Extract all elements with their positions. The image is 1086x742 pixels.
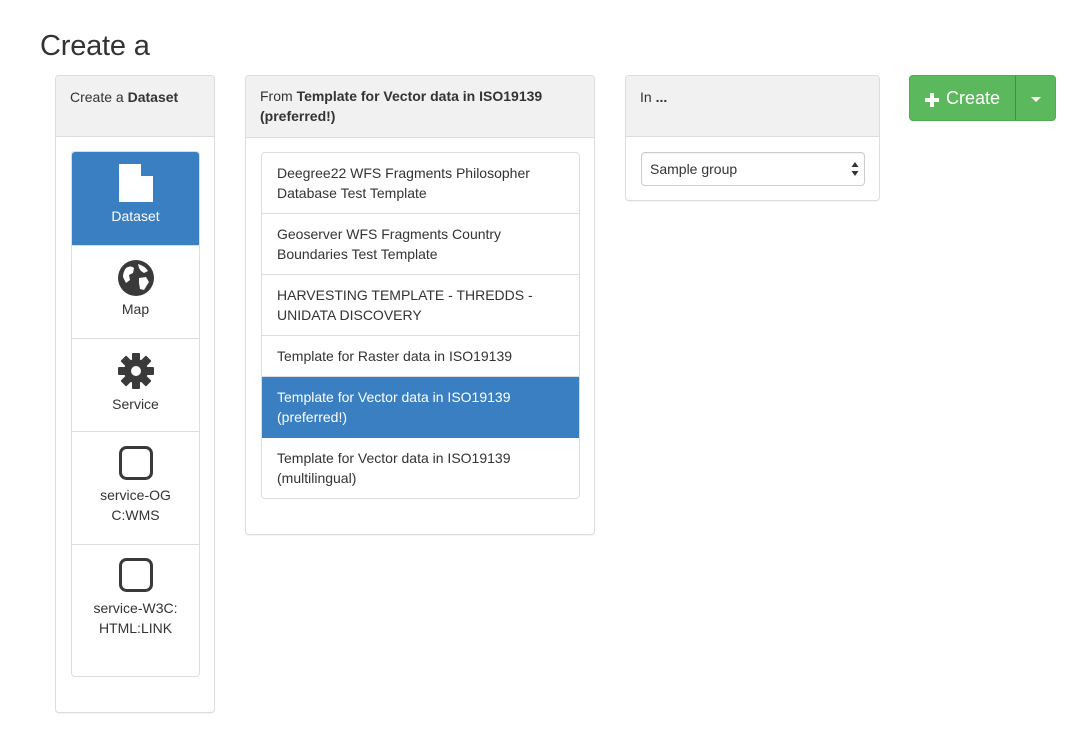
template-panel: From Template for Vector data in ISO1913… bbox=[245, 75, 595, 535]
type-item-label: service-OGC:WMS bbox=[100, 487, 171, 523]
group-panel-heading: In ... bbox=[626, 76, 879, 137]
group-select-value: Sample group bbox=[650, 161, 738, 177]
page-title: Create a bbox=[40, 30, 150, 62]
create-button-label: Create bbox=[945, 87, 1001, 108]
group-panel: In ... Sample group bbox=[625, 75, 880, 201]
template-item[interactable]: Template for Vector data in ISO19139 (mu… bbox=[262, 438, 579, 498]
template-item[interactable]: Deegree22 WFS Fragments Philosopher Data… bbox=[262, 153, 579, 214]
template-item[interactable]: Geoserver WFS Fragments Country Boundari… bbox=[262, 214, 579, 275]
type-item-service[interactable]: Service bbox=[72, 339, 199, 432]
template-panel-heading: From Template for Vector data in ISO1913… bbox=[246, 76, 594, 138]
group-select[interactable]: Sample group bbox=[641, 152, 865, 186]
type-item-label: Dataset bbox=[111, 208, 160, 224]
template-item-selected[interactable]: Template for Vector data in ISO19139 (pr… bbox=[262, 377, 579, 438]
globe-icon bbox=[117, 259, 155, 297]
template-item[interactable]: Template for Raster data in ISO19139 bbox=[262, 336, 579, 377]
type-item-label: service-W3C:HTML:LINK bbox=[93, 600, 178, 636]
type-list: Dataset Map Service service-OGC:WMS serv… bbox=[71, 151, 200, 677]
type-heading-prefix: Create a bbox=[70, 89, 124, 105]
caret-down-icon bbox=[1031, 97, 1041, 102]
type-item-service-ogc-wms[interactable]: service-OGC:WMS bbox=[72, 432, 199, 545]
type-item-map[interactable]: Map bbox=[72, 246, 199, 339]
square-icon bbox=[118, 557, 154, 593]
type-panel-heading: Create a Dataset bbox=[56, 76, 214, 137]
type-item-service-w3c-html-link[interactable]: service-W3C:HTML:LINK bbox=[72, 545, 199, 676]
create-dropdown-toggle[interactable] bbox=[1015, 75, 1056, 121]
select-arrows-icon bbox=[851, 161, 859, 177]
template-item[interactable]: HARVESTING TEMPLATE - THREDDS - UNIDATA … bbox=[262, 275, 579, 336]
gear-icon bbox=[117, 352, 155, 390]
template-heading-prefix: From bbox=[260, 88, 293, 104]
file-icon bbox=[117, 162, 155, 204]
type-heading-value: Dataset bbox=[127, 89, 179, 105]
type-panel: Create a Dataset Dataset Map Service ser… bbox=[55, 75, 215, 713]
template-heading-value: Template for Vector data in ISO19139 (pr… bbox=[260, 88, 543, 124]
template-list: Deegree22 WFS Fragments Philosopher Data… bbox=[261, 152, 580, 499]
type-item-label: Map bbox=[121, 301, 150, 317]
group-heading-prefix: In bbox=[640, 89, 652, 105]
type-item-dataset[interactable]: Dataset bbox=[72, 152, 199, 246]
plus-icon bbox=[924, 91, 939, 107]
create-button[interactable]: Create bbox=[909, 75, 1016, 121]
type-item-label: Service bbox=[112, 396, 159, 412]
group-heading-value: ... bbox=[655, 89, 668, 105]
square-icon bbox=[118, 445, 154, 481]
